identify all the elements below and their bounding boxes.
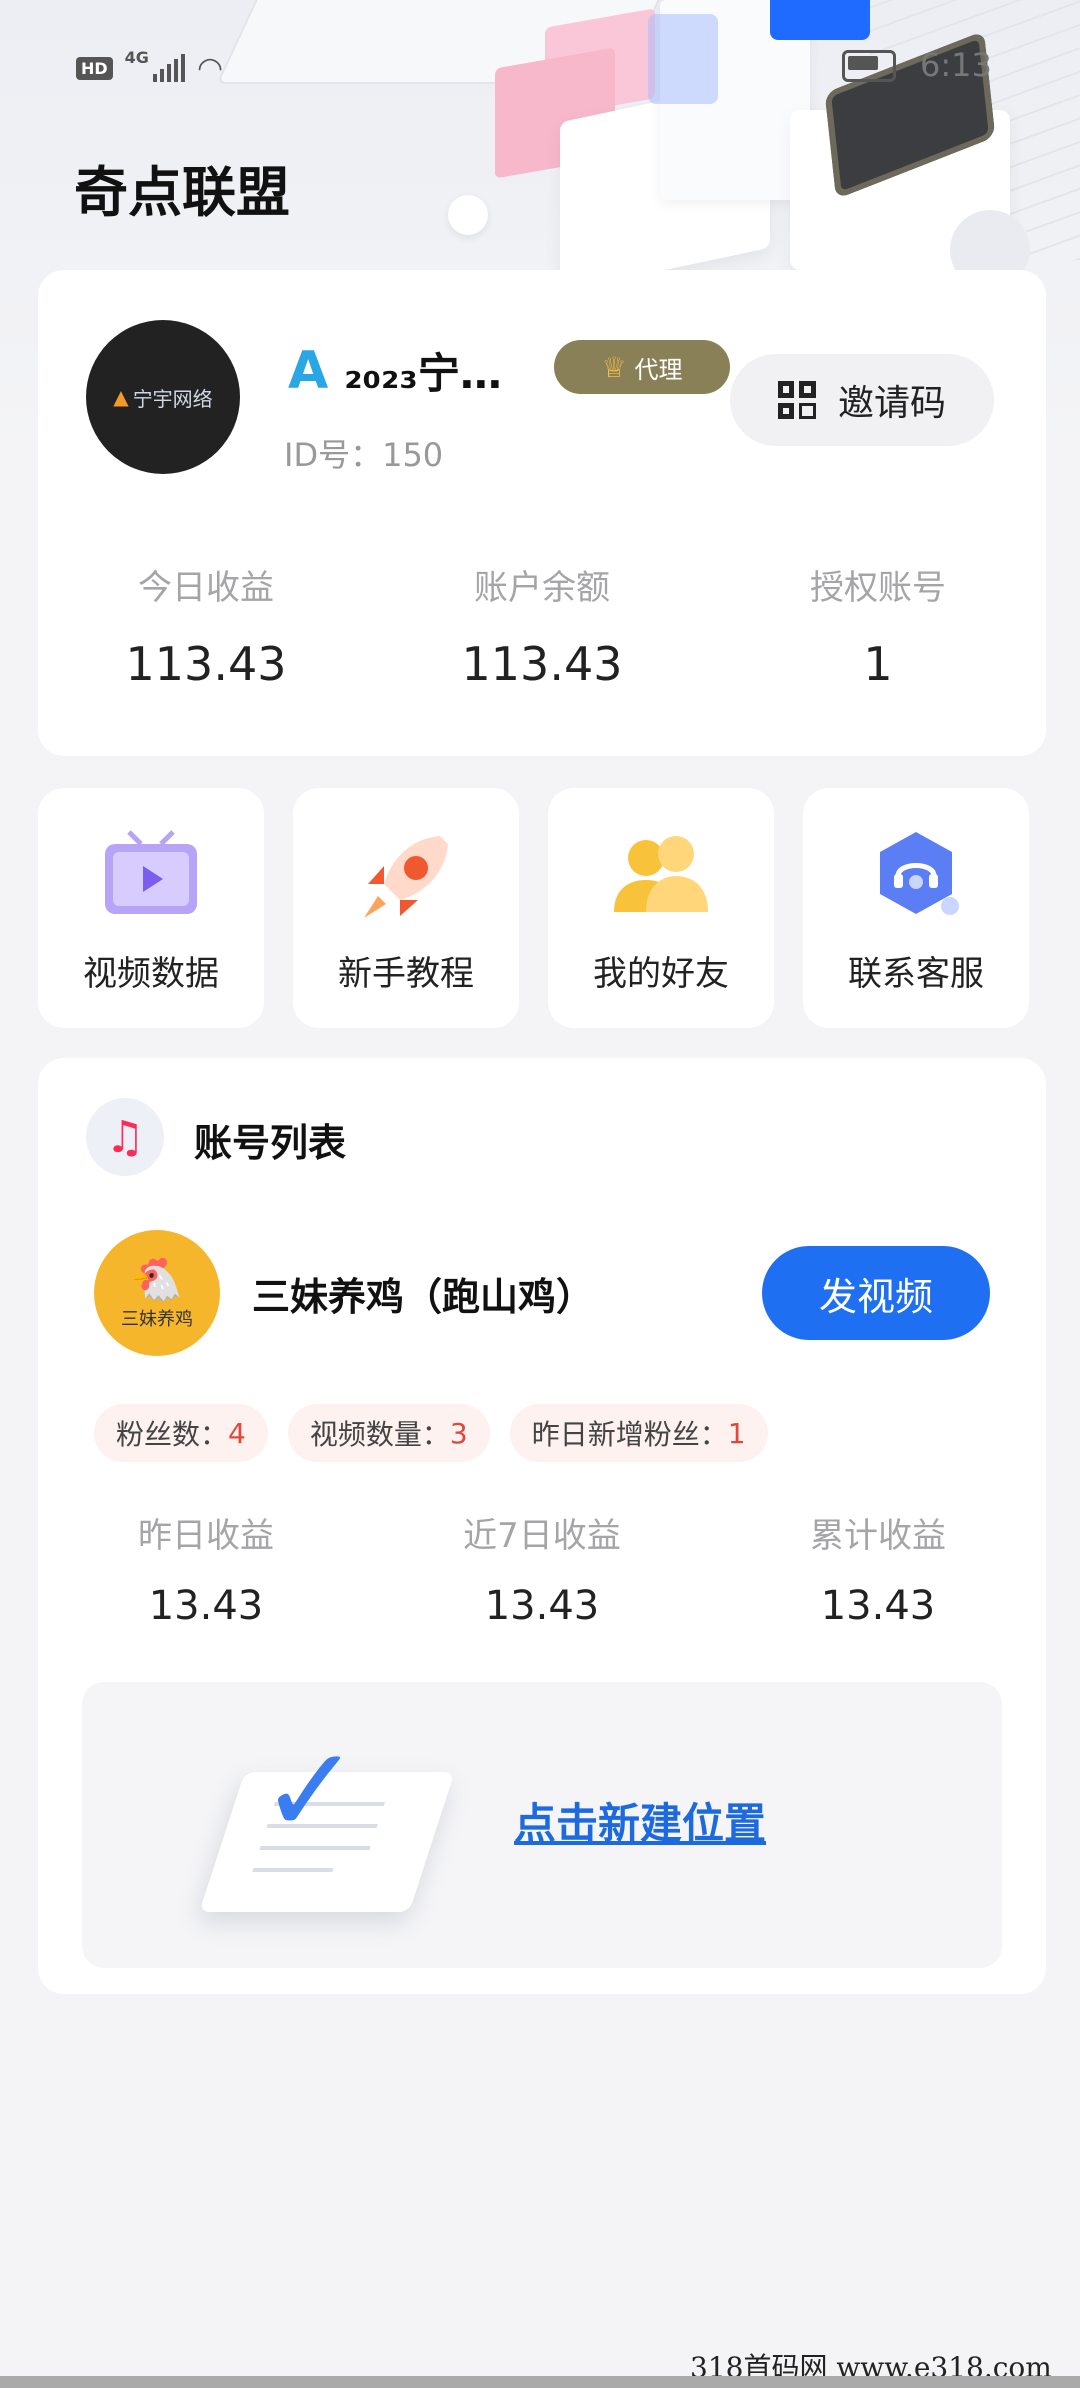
account-avatar[interactable]: 🐔 三妹养鸡 bbox=[94, 1230, 220, 1356]
tile-video-data[interactable]: 视频数据 bbox=[38, 788, 264, 1028]
status-bar: HD 4G ◠ bbox=[76, 48, 223, 88]
tile-label: 视频数据 bbox=[83, 954, 219, 994]
stat-authorized-accounts[interactable]: 授权账号 1 bbox=[710, 560, 1046, 691]
chip-label: 昨日新增粉丝： bbox=[531, 1418, 728, 1451]
stat-label: 今日收益 bbox=[138, 568, 274, 608]
checkmark-icon: ✓ bbox=[260, 1722, 361, 1861]
chip-label: 粉丝数： bbox=[116, 1418, 229, 1451]
chicken-icon: 🐔 bbox=[130, 1255, 184, 1304]
tile-label: 我的好友 bbox=[593, 954, 729, 994]
signal-icon bbox=[152, 54, 185, 82]
post-video-button[interactable]: 发视频 bbox=[762, 1246, 990, 1340]
chip-value: 1 bbox=[727, 1416, 746, 1450]
gesture-bar bbox=[0, 2376, 1080, 2388]
stat-value: 13.43 bbox=[148, 1583, 264, 1629]
account-list-card: ♫ 账号列表 🐔 三妹养鸡 三妹养鸡（跑山鸡） 发视频 粉丝数： 4 视频数量：… bbox=[38, 1058, 1046, 1994]
account-name: 三妹养鸡（跑山鸡） bbox=[252, 1275, 595, 1319]
tile-tutorial[interactable]: 新手教程 bbox=[293, 788, 519, 1028]
crown-icon: ♕ bbox=[601, 350, 627, 384]
role-badge: ♕ 代理 bbox=[554, 340, 730, 394]
chip-value: 4 bbox=[228, 1416, 246, 1450]
user-id: ID号：150 bbox=[284, 436, 444, 474]
chip-label: 视频数量： bbox=[309, 1418, 450, 1451]
invite-code-button[interactable]: 邀请码 bbox=[730, 354, 994, 446]
hd-indicator: HD bbox=[76, 56, 113, 80]
stat-label: 昨日收益 bbox=[138, 1516, 274, 1556]
stat-label: 账户余额 bbox=[474, 568, 610, 608]
account-stats: 昨日收益 13.43 近7日收益 13.43 累计收益 13.43 bbox=[38, 1508, 1046, 1629]
tile-friends[interactable]: 我的好友 bbox=[548, 788, 774, 1028]
stat-label: 授权账号 bbox=[810, 568, 946, 608]
avatar[interactable]: ▲ 宁宇网络 bbox=[86, 320, 240, 474]
name-prefix: A bbox=[288, 340, 329, 401]
stat-value: 113.43 bbox=[125, 637, 287, 691]
chip-new-followers: 昨日新增粉丝： 1 bbox=[509, 1404, 768, 1462]
name-text: ₂₀₂₃宁… bbox=[344, 349, 502, 398]
avatar-text: 宁宇网络 bbox=[132, 386, 213, 411]
wifi-icon: ◠ bbox=[196, 50, 224, 86]
tile-label: 联系客服 bbox=[848, 954, 984, 994]
stat-balance[interactable]: 账户余额 113.43 bbox=[374, 560, 710, 691]
role-badge-label: 代理 bbox=[634, 355, 683, 384]
stat-yesterday-income: 昨日收益 13.43 bbox=[38, 1508, 374, 1629]
qr-code-icon bbox=[777, 381, 816, 419]
user-stats: 今日收益 113.43 账户余额 113.43 授权账号 1 bbox=[38, 560, 1046, 691]
account-chips: 粉丝数： 4 视频数量： 3 昨日新增粉丝： 1 bbox=[94, 1404, 768, 1462]
network-type: 4G bbox=[124, 48, 149, 67]
stat-7day-income: 近7日收益 13.43 bbox=[374, 1508, 710, 1629]
stat-value: 13.43 bbox=[484, 1583, 600, 1629]
page-title: 奇点联盟 bbox=[74, 161, 290, 224]
user-card: ▲ 宁宇网络 A ₂₀₂₃宁… ♕ 代理 ID号：150 邀请码 今日收益 113… bbox=[38, 270, 1046, 756]
stat-value: 13.43 bbox=[820, 1583, 936, 1629]
stat-total-income: 累计收益 13.43 bbox=[710, 1508, 1046, 1629]
douyin-icon: ♫ bbox=[86, 1098, 164, 1176]
stat-today-income[interactable]: 今日收益 113.43 bbox=[38, 560, 374, 691]
rocket-icon bbox=[351, 826, 461, 926]
chip-value: 3 bbox=[449, 1416, 468, 1450]
new-position-box[interactable]: ✓ 点击新建位置 bbox=[82, 1682, 1002, 1968]
stat-value: 113.43 bbox=[461, 637, 623, 691]
invite-code-label: 邀请码 bbox=[837, 383, 946, 424]
section-title: 账号列表 bbox=[194, 1121, 347, 1165]
stat-label: 累计收益 bbox=[810, 1516, 946, 1556]
chip-followers: 粉丝数： 4 bbox=[94, 1404, 268, 1462]
account-avatar-text: 三妹养鸡 bbox=[121, 1309, 193, 1330]
user-name: A ₂₀₂₃宁… bbox=[288, 340, 502, 401]
stat-label: 近7日收益 bbox=[463, 1516, 621, 1556]
battery-icon bbox=[842, 50, 896, 82]
friends-icon bbox=[606, 826, 716, 926]
tv-icon bbox=[96, 826, 206, 926]
tile-customer-service[interactable]: 联系客服 bbox=[803, 788, 1029, 1028]
stat-value: 1 bbox=[863, 637, 893, 691]
tile-label: 新手教程 bbox=[338, 954, 474, 994]
headset-icon bbox=[861, 826, 971, 926]
chip-video-count: 视频数量： 3 bbox=[287, 1404, 490, 1462]
clock: 6:13 bbox=[920, 46, 992, 84]
new-position-link[interactable]: 点击新建位置 bbox=[514, 1790, 766, 1851]
